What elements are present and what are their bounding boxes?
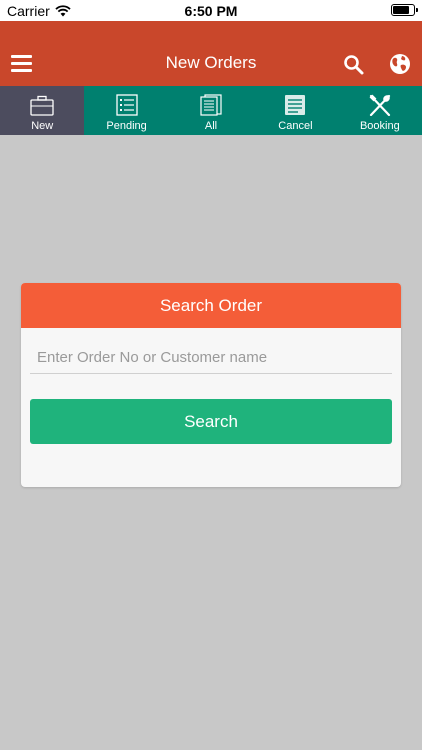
card-title: Search Order	[21, 283, 401, 328]
checklist-icon	[115, 94, 138, 116]
tab-cancel[interactable]: Cancel	[253, 86, 337, 135]
tab-label-new: New	[31, 120, 54, 132]
search-button[interactable]: Search	[30, 399, 392, 444]
status-time: 6:50 PM	[184, 3, 238, 19]
tab-new[interactable]: New	[0, 86, 85, 135]
order-search-input[interactable]	[30, 341, 392, 374]
tab-booking[interactable]: Booking	[338, 86, 422, 135]
documents-icon	[200, 94, 222, 116]
tab-bar: New Pending All Cancel Booking	[0, 86, 422, 135]
tab-label-all: All	[204, 120, 218, 132]
tab-label-pending: Pending	[106, 120, 147, 132]
search-icon[interactable]	[343, 54, 365, 76]
battery-level	[393, 6, 409, 14]
battery-icon	[391, 4, 418, 16]
globe-icon[interactable]	[389, 53, 411, 75]
tab-all[interactable]: All	[169, 86, 253, 135]
app-header: New Orders	[0, 21, 422, 86]
tab-label-booking: Booking	[359, 120, 400, 132]
document-lines-icon	[285, 95, 306, 115]
fork-spoon-icon	[369, 94, 390, 116]
search-order-card: Search Order Search	[21, 283, 401, 487]
status-right	[391, 4, 418, 16]
status-bar: Carrier 6:50 PM	[0, 0, 422, 21]
app-screen: Carrier 6:50 PM New Orders New Pending A…	[0, 0, 422, 750]
briefcase-icon	[30, 95, 54, 116]
tab-label-cancel: Cancel	[278, 120, 313, 132]
tab-pending[interactable]: Pending	[84, 86, 168, 135]
